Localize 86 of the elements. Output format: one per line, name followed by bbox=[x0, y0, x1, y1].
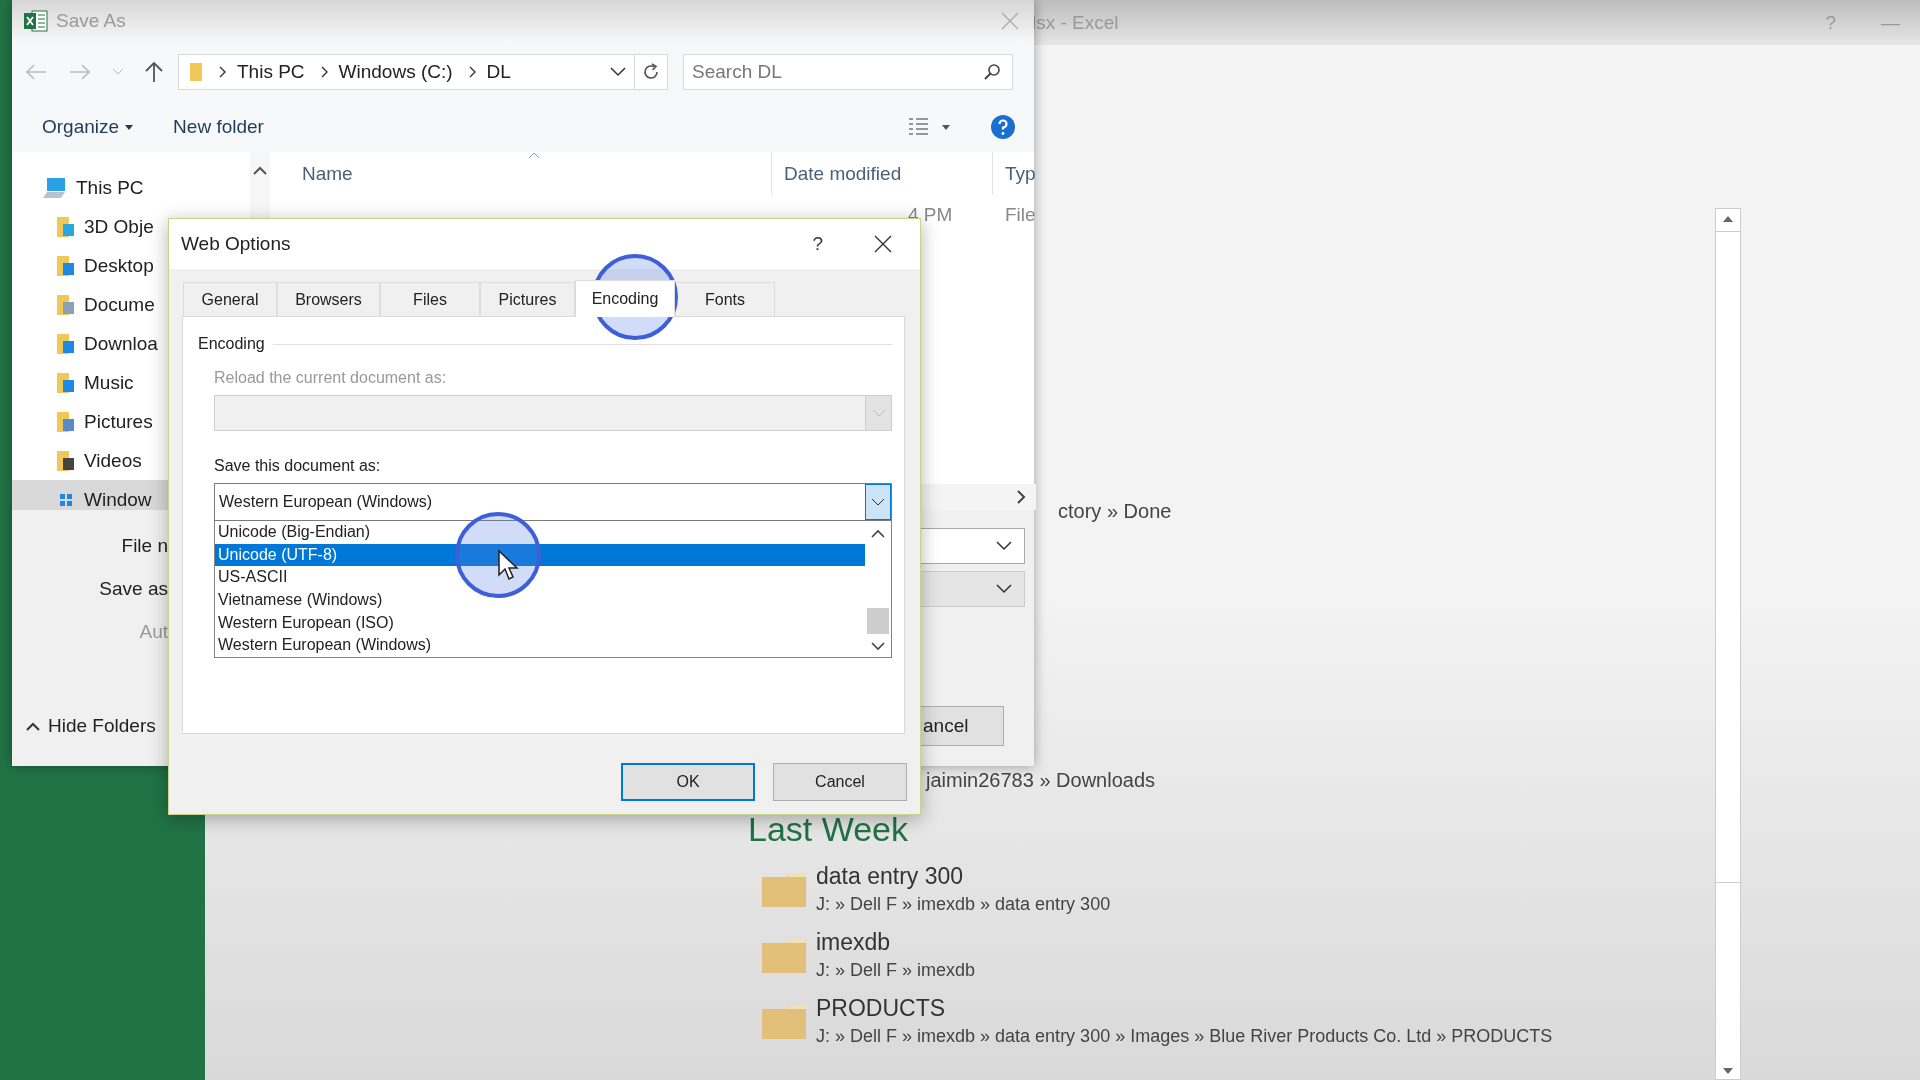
scroll-up-icon[interactable] bbox=[1722, 215, 1734, 223]
excel-logo-icon bbox=[24, 10, 48, 32]
chevron-right-icon[interactable] bbox=[219, 66, 227, 78]
encoding-option[interactable]: Western European (ISO) bbox=[215, 611, 865, 635]
column-header[interactable]: Date modified bbox=[772, 152, 993, 195]
recent-folder-name[interactable]: imexdb bbox=[816, 929, 976, 956]
chevron-down-icon bbox=[871, 498, 885, 506]
folder-icon bbox=[56, 292, 76, 317]
field-label: Save this document as: bbox=[214, 457, 382, 475]
caret-icon[interactable] bbox=[942, 124, 950, 130]
encoding-option[interactable]: Vietnamese (Windows) bbox=[215, 589, 865, 612]
encoding-option[interactable]: Western European (Windows) bbox=[215, 634, 865, 657]
ok-button[interactable]: OK bbox=[621, 763, 755, 801]
search-icon[interactable] bbox=[983, 63, 1001, 81]
field-label: File n bbox=[120, 535, 168, 557]
chevron-down-icon[interactable] bbox=[996, 584, 1012, 594]
help-icon[interactable] bbox=[990, 114, 1016, 140]
scroll-down-icon[interactable] bbox=[871, 642, 885, 651]
caret-icon[interactable] bbox=[125, 124, 134, 130]
new-folder-button[interactable]: New folder bbox=[173, 116, 264, 138]
computer-icon bbox=[42, 176, 68, 199]
folder-icon bbox=[56, 370, 76, 395]
folder-icon bbox=[56, 214, 76, 239]
view-options-icon[interactable] bbox=[908, 117, 930, 137]
scrollbar[interactable] bbox=[1715, 208, 1741, 1080]
chevron-down-icon[interactable] bbox=[996, 541, 1012, 551]
encoding-option[interactable]: US-ASCII bbox=[215, 566, 865, 589]
group-label: Encoding bbox=[198, 335, 265, 353]
encoding-option[interactable]: Unicode (UTF-8) bbox=[215, 543, 865, 567]
tab[interactable]: Pictures bbox=[480, 282, 575, 316]
field-label: Reload the current document as: bbox=[214, 369, 448, 387]
recent-folder-path: J: » Dell F » imexdb bbox=[816, 960, 976, 981]
table-cell: File bbox=[1005, 204, 1036, 225]
window-title: Save As bbox=[56, 10, 126, 32]
scrollbar-thumb[interactable] bbox=[867, 608, 889, 634]
address-bar[interactable]: This PC Windows (C:) DL bbox=[178, 54, 668, 90]
folder-path: ctory » Done bbox=[1058, 500, 1172, 523]
chevron-down-icon[interactable] bbox=[610, 67, 626, 77]
scroll-up-icon[interactable] bbox=[253, 166, 267, 175]
windows-logo-icon bbox=[60, 493, 72, 506]
column-header[interactable]: Name bbox=[270, 152, 772, 195]
field-label: Save as bbox=[98, 578, 168, 600]
folder-icon bbox=[56, 409, 76, 434]
scroll-right-icon[interactable] bbox=[1015, 489, 1026, 505]
up-arrow-icon[interactable] bbox=[144, 61, 164, 83]
scrollbar-thumb[interactable] bbox=[1715, 231, 1741, 883]
recent-folder-name[interactable]: data entry 300 bbox=[816, 863, 1111, 890]
organize-menu[interactable]: Organize bbox=[42, 116, 120, 138]
nav-item[interactable]: This PC bbox=[12, 168, 250, 207]
column-header[interactable]: Typ bbox=[993, 152, 1036, 195]
cursor-icon bbox=[497, 549, 519, 581]
folder-icon bbox=[189, 61, 203, 83]
recent-folder-name[interactable]: PRODUCTS bbox=[816, 995, 1553, 1022]
tab[interactable]: General bbox=[183, 282, 277, 316]
encoding-option[interactable]: Unicode (Big-Endian) bbox=[215, 521, 865, 544]
field-label: Aut bbox=[138, 621, 168, 643]
encoding-dropdown[interactable]: Western European (Windows) bbox=[214, 483, 892, 521]
breadcrumb-item[interactable]: This PC bbox=[237, 61, 305, 83]
folder-icon bbox=[56, 253, 76, 278]
tab[interactable]: Encoding bbox=[575, 280, 675, 317]
hide-folders-button[interactable]: Hide Folders bbox=[26, 715, 156, 737]
chevron-up-icon bbox=[26, 721, 40, 731]
recent-folder-path: J: » Dell F » imexdb » data entry 300 » Images » Blue River Products Co. Ltd » PRODUCTS bbox=[816, 1026, 1553, 1047]
chevron-right-icon[interactable] bbox=[468, 66, 477, 78]
search-field[interactable]: Search DL bbox=[683, 54, 1013, 90]
scroll-up-icon[interactable] bbox=[871, 529, 885, 538]
tab[interactable]: Fonts bbox=[675, 282, 775, 316]
chevron-right-icon[interactable] bbox=[320, 66, 329, 78]
chevron-down-icon bbox=[871, 409, 886, 417]
cancel-button[interactable]: Cancel bbox=[773, 763, 907, 801]
folder-path: jaimin26783 » Downloads bbox=[926, 769, 1156, 792]
help-button[interactable]: ? bbox=[812, 233, 823, 255]
folder-icon bbox=[56, 331, 76, 356]
recent-folder-path: J: » Dell F » imexdb » data entry 300 bbox=[816, 894, 1111, 915]
breadcrumb-item[interactable]: DL bbox=[486, 61, 511, 83]
sort-caret-icon bbox=[528, 152, 540, 159]
refresh-icon[interactable] bbox=[641, 62, 661, 82]
dialog-title: Web Options bbox=[181, 233, 291, 255]
tab[interactable]: Browsers bbox=[277, 282, 380, 316]
scroll-down-icon[interactable] bbox=[1722, 1067, 1734, 1075]
section-title: Last Week bbox=[748, 810, 908, 849]
cancel-button[interactable]: ancel bbox=[920, 706, 1004, 746]
close-icon[interactable] bbox=[873, 234, 893, 254]
breadcrumb-item[interactable]: Windows (C:) bbox=[338, 61, 453, 83]
folder-icon bbox=[56, 448, 76, 473]
tab[interactable]: Files bbox=[380, 282, 480, 316]
